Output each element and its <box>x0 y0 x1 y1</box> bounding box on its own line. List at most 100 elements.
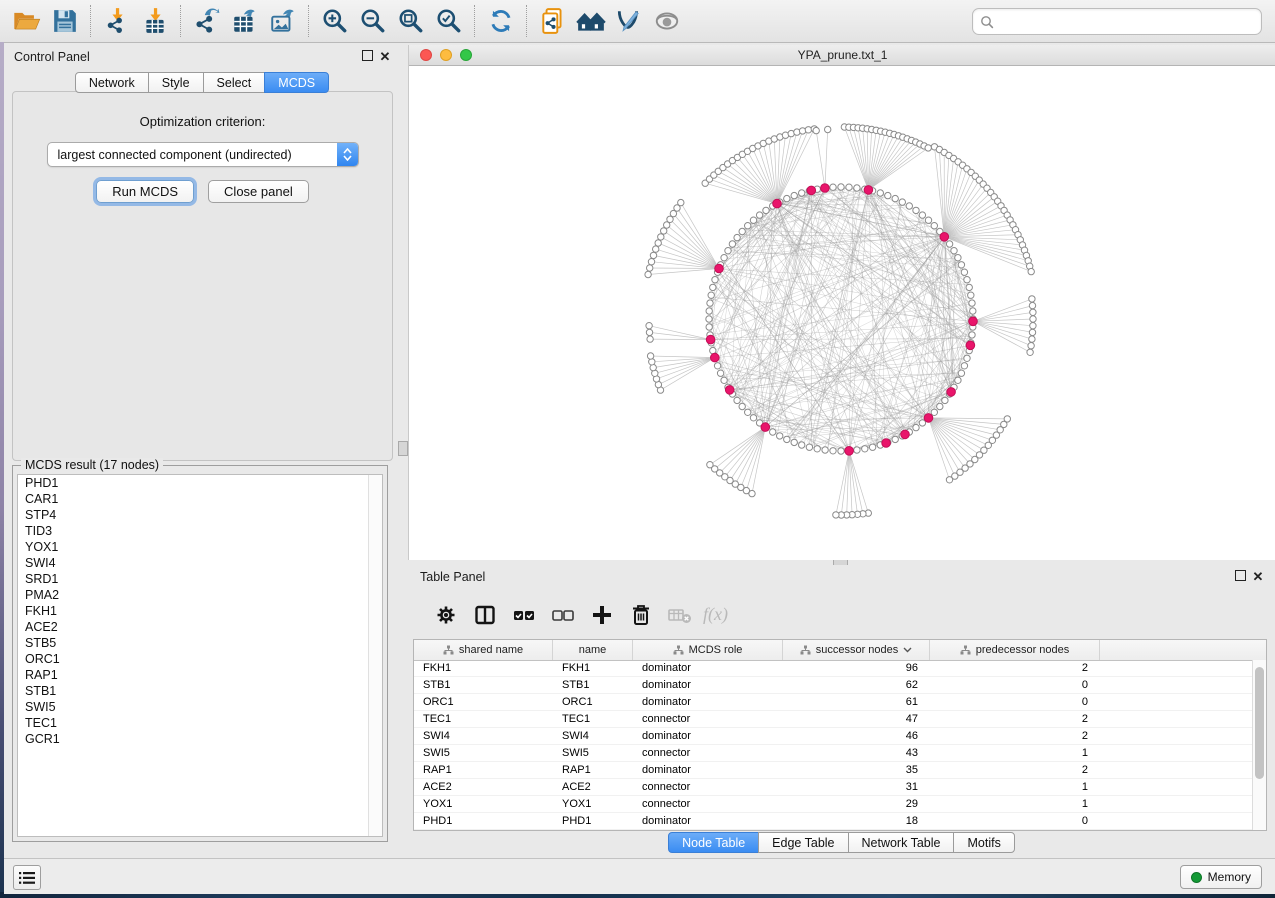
tab-network-table[interactable]: Network Table <box>848 832 955 853</box>
mcds-result-item[interactable]: CAR1 <box>18 491 382 507</box>
mcds-hub-node[interactable] <box>711 353 720 362</box>
ring-node[interactable] <box>708 292 714 298</box>
table-scrollbar[interactable] <box>1252 660 1266 830</box>
ring-node[interactable] <box>964 355 970 361</box>
ring-node[interactable] <box>734 234 740 240</box>
select-all-columns-icon[interactable] <box>504 597 543 633</box>
satellite-node[interactable] <box>649 359 655 365</box>
column-header-successor-nodes[interactable]: successor nodes <box>783 640 930 660</box>
ring-node[interactable] <box>931 223 937 229</box>
zoom-out-icon[interactable] <box>354 4 392 38</box>
tab-motifs[interactable]: Motifs <box>953 832 1014 853</box>
export-table-icon[interactable] <box>226 4 264 38</box>
export-network-icon[interactable] <box>188 4 226 38</box>
tab-edge-table[interactable]: Edge Table <box>758 832 848 853</box>
satellite-node[interactable] <box>1028 343 1034 349</box>
satellite-node[interactable] <box>1029 302 1035 308</box>
tab-node-table[interactable]: Node Table <box>668 832 759 853</box>
satellite-node[interactable] <box>925 145 931 151</box>
table-row[interactable]: TEC1TEC1connector472 <box>414 711 1253 728</box>
satellite-node[interactable] <box>1028 268 1034 274</box>
satellite-node[interactable] <box>1029 296 1035 302</box>
close-table-panel-icon[interactable]: ✕ <box>1249 569 1267 585</box>
window-close-traffic-light[interactable] <box>420 49 432 61</box>
ring-node[interactable] <box>791 439 797 445</box>
ring-node[interactable] <box>961 363 967 369</box>
satellite-node[interactable] <box>1029 329 1035 335</box>
ring-node[interactable] <box>925 217 931 223</box>
ring-node[interactable] <box>877 190 883 196</box>
satellite-node[interactable] <box>647 353 653 359</box>
run-mcds-button[interactable]: Run MCDS <box>96 180 194 203</box>
ring-node[interactable] <box>763 207 769 213</box>
mcds-hub-node[interactable] <box>969 317 978 326</box>
ring-node[interactable] <box>969 300 975 306</box>
table-row[interactable]: RAP1RAP1dominator352 <box>414 762 1253 779</box>
network-document-icon[interactable] <box>534 4 572 38</box>
ring-node[interactable] <box>931 409 937 415</box>
mcds-result-list[interactable]: PHD1CAR1STP4TID3YOX1SWI4SRD1PMA2FKH1ACE2… <box>17 474 383 837</box>
ring-node[interactable] <box>970 308 976 314</box>
import-table-icon[interactable] <box>136 4 174 38</box>
ring-node[interactable] <box>869 444 875 450</box>
table-row[interactable]: STB1STB1dominator620 <box>414 677 1253 694</box>
satellite-node[interactable] <box>805 127 811 133</box>
table-row[interactable]: SWI4SWI4dominator462 <box>414 728 1253 745</box>
ring-node[interactable] <box>830 448 836 454</box>
ring-node[interactable] <box>822 447 828 453</box>
save-icon[interactable] <box>46 4 84 38</box>
ring-node[interactable] <box>892 436 898 442</box>
satellite-node[interactable] <box>661 228 667 234</box>
ring-node[interactable] <box>961 269 967 275</box>
delete-column-trash-icon[interactable] <box>621 597 660 633</box>
mcds-result-item[interactable]: ACE2 <box>18 619 382 635</box>
ring-node[interactable] <box>777 433 783 439</box>
vizmapper-icon[interactable] <box>610 4 648 38</box>
ring-node[interactable] <box>885 192 891 198</box>
ring-node[interactable] <box>784 195 790 201</box>
mcds-result-item[interactable]: STB5 <box>18 635 382 651</box>
vertical-splitter-handle[interactable] <box>398 441 408 456</box>
ring-node[interactable] <box>717 370 723 376</box>
network-window-titlebar[interactable]: YPA_prune.txt_1 <box>409 45 1275 66</box>
ring-node[interactable] <box>968 292 974 298</box>
import-network-icon[interactable] <box>98 4 136 38</box>
ring-node[interactable] <box>919 212 925 218</box>
mcds-hub-node[interactable] <box>864 186 873 195</box>
satellite-node[interactable] <box>658 234 664 240</box>
ring-node[interactable] <box>966 284 972 290</box>
mcds-result-item[interactable]: SWI5 <box>18 699 382 715</box>
close-panel-button[interactable]: Close panel <box>208 180 309 203</box>
satellite-node[interactable] <box>646 329 652 335</box>
satellite-node[interactable] <box>655 240 661 246</box>
satellite-node[interactable] <box>648 259 654 265</box>
ring-node[interactable] <box>942 397 948 403</box>
mcds-result-item[interactable]: TEC1 <box>18 715 382 731</box>
create-column-plus-icon[interactable] <box>582 597 621 633</box>
search-input[interactable] <box>998 11 1261 32</box>
table-row[interactable]: PHD1PHD1dominator180 <box>414 813 1253 830</box>
ring-node[interactable] <box>739 228 745 234</box>
ring-node[interactable] <box>791 192 797 198</box>
ring-node[interactable] <box>854 185 860 191</box>
mcds-list-scrollbar[interactable] <box>368 475 382 836</box>
ring-node[interactable] <box>706 308 712 314</box>
table-row[interactable]: FKH1FKH1dominator962 <box>414 660 1253 677</box>
satellite-node[interactable] <box>707 462 713 468</box>
mcds-hub-node[interactable] <box>761 423 770 432</box>
mcds-result-item[interactable]: SRD1 <box>18 571 382 587</box>
satellite-node[interactable] <box>946 477 952 483</box>
open-folder-icon[interactable] <box>8 4 46 38</box>
mcds-hub-node[interactable] <box>807 186 816 195</box>
home-networks-icon[interactable] <box>572 4 610 38</box>
ring-node[interactable] <box>862 446 868 452</box>
ring-node[interactable] <box>814 446 820 452</box>
float-table-panel-icon[interactable] <box>1231 570 1249 584</box>
mcds-hub-node[interactable] <box>706 335 715 344</box>
tab-mcds[interactable]: MCDS <box>264 72 329 93</box>
ring-node[interactable] <box>906 203 912 209</box>
column-header-name[interactable]: name <box>553 640 633 660</box>
satellite-node[interactable] <box>645 271 651 277</box>
ring-node[interactable] <box>725 248 731 254</box>
mcds-result-item[interactable]: FKH1 <box>18 603 382 619</box>
